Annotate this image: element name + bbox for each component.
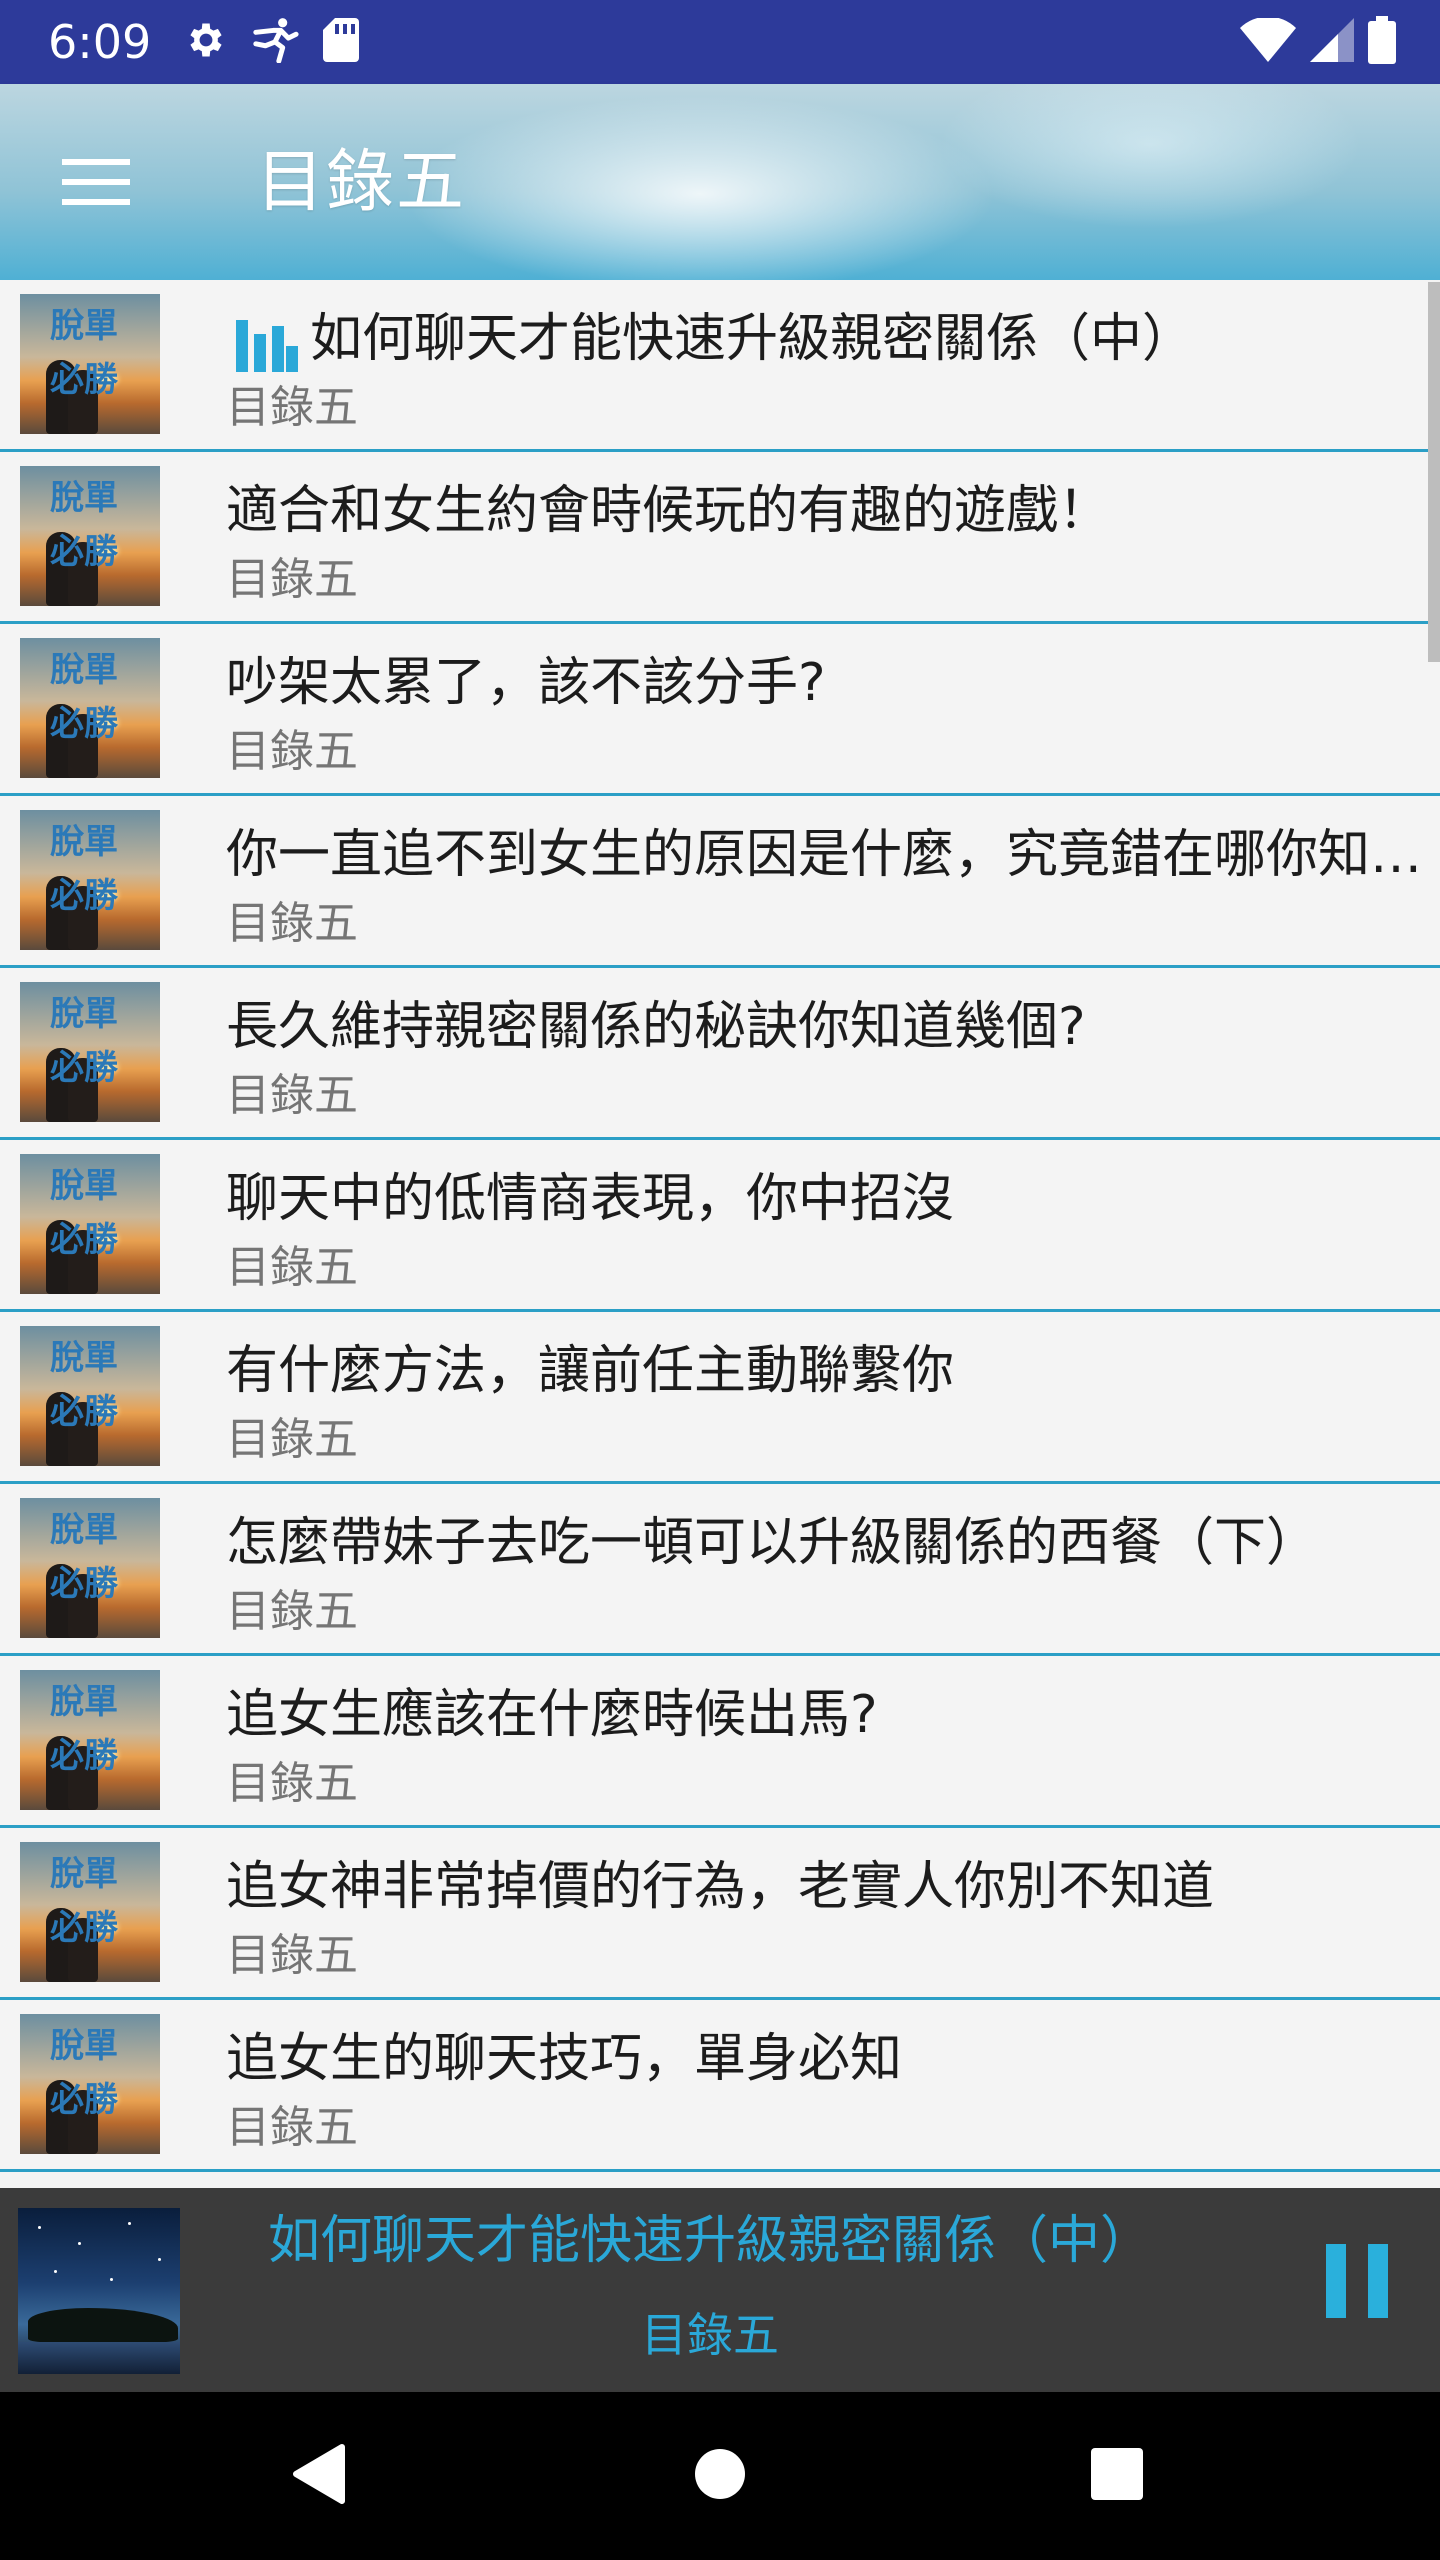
item-title: 有什麼方法，讓前任主動聯繫你 xyxy=(226,1341,955,1401)
now-playing-artwork xyxy=(18,2208,180,2374)
episode-thumbnail: 脫單 必勝 xyxy=(20,1670,160,1810)
now-playing-title: 如何聊天才能快速升級親密關係（中） xyxy=(267,2211,1152,2271)
pause-button[interactable] xyxy=(1310,2232,1410,2342)
item-title: 長久維持親密關係的秘訣你知道幾個? xyxy=(226,997,1086,1057)
episode-thumbnail: 脫單 必勝 xyxy=(20,2014,160,2154)
list-item[interactable]: 脫單 必勝 追女生的聊天技巧，單身必知 目錄五 xyxy=(0,2000,1440,2172)
page-title: 目錄五 xyxy=(256,143,467,222)
item-subtitle: 目錄五 xyxy=(226,554,358,605)
list-item[interactable]: 脫單 必勝 怎麼帶妹子去吃一頓可以升級關係的西餐（下） 目錄五 xyxy=(0,1484,1440,1656)
wifi-icon xyxy=(1240,16,1296,66)
episode-thumbnail: 脫單 必勝 xyxy=(20,1842,160,1982)
menu-button[interactable] xyxy=(48,144,144,224)
list-item[interactable]: 脫單 必勝 適合和女生約會時候玩的有趣的遊戲！ 目錄五 xyxy=(0,452,1440,624)
item-title: 如何聊天才能快速升級親密關係（中） xyxy=(310,309,1195,369)
list-item[interactable]: 脫單 必勝 吵架太累了，該不該分手? 目錄五 xyxy=(0,624,1440,796)
item-subtitle: 目錄五 xyxy=(226,382,358,433)
status-bar: 6:09 xyxy=(0,0,1440,84)
list-scrollbar[interactable] xyxy=(1428,282,1440,662)
item-subtitle: 目錄五 xyxy=(226,1414,358,1465)
list-item[interactable]: 脫單 必勝 追女神非常掉價的行為，老實人你別不知道 目錄五 xyxy=(0,1828,1440,2000)
item-subtitle: 目錄五 xyxy=(226,2102,358,2153)
list-item[interactable]: 脫單 必勝 追女生應該在什麼時候出馬? 目錄五 xyxy=(0,1656,1440,1828)
episode-thumbnail: 脫單 必勝 xyxy=(20,1154,160,1294)
item-title: 你一直追不到女生的原因是什麼，究竟錯在哪你知道嗎? xyxy=(226,825,1434,885)
item-subtitle: 目錄五 xyxy=(226,726,358,777)
recents-button[interactable] xyxy=(1077,2436,1157,2516)
cell-signal-icon xyxy=(1310,18,1354,66)
home-icon xyxy=(693,2447,747,2505)
now-playing-equalizer-icon xyxy=(236,316,298,372)
back-icon xyxy=(290,2443,346,2509)
episode-list[interactable]: 脫單 必勝 如何聊天才能快速升級親密關係（中） 目錄五 脫單 必勝 適合和女生約會時… xyxy=(0,280,1440,2188)
home-button[interactable] xyxy=(680,2436,760,2516)
item-subtitle: 目錄五 xyxy=(226,1070,358,1121)
now-playing-subtitle: 目錄五 xyxy=(641,2308,779,2362)
back-button[interactable] xyxy=(278,2436,358,2516)
running-figure-icon xyxy=(250,17,300,67)
list-item[interactable]: 脫單 必勝 長久維持親密關係的秘訣你知道幾個? 目錄五 xyxy=(0,968,1440,1140)
app-bar: 目錄五 xyxy=(0,84,1440,280)
item-subtitle: 目錄五 xyxy=(226,1930,358,1981)
episode-thumbnail: 脫單 必勝 xyxy=(20,982,160,1122)
item-title: 追女神非常掉價的行為，老實人你別不知道 xyxy=(226,1857,1215,1917)
episode-thumbnail: 脫單 必勝 xyxy=(20,810,160,950)
gear-icon xyxy=(184,18,228,66)
item-title: 追女生應該在什麼時候出馬? xyxy=(226,1685,878,1745)
now-playing-bar[interactable]: 如何聊天才能快速升級親密關係（中） 目錄五 xyxy=(0,2188,1440,2392)
list-item[interactable]: 脫單 必勝 有什麼方法，讓前任主動聯繫你 目錄五 xyxy=(0,1312,1440,1484)
item-subtitle: 目錄五 xyxy=(226,898,358,949)
list-item[interactable]: 脫單 必勝 如何聊天才能快速升級親密關係（中） 目錄五 xyxy=(0,280,1440,452)
episode-thumbnail: 脫單 必勝 xyxy=(20,294,160,434)
menu-icon xyxy=(62,157,130,211)
episode-thumbnail: 脫單 必勝 xyxy=(20,1326,160,1466)
system-nav-bar xyxy=(0,2392,1440,2560)
item-title: 追女生的聊天技巧，單身必知 xyxy=(226,2029,903,2089)
battery-icon xyxy=(1368,16,1396,68)
item-title: 吵架太累了，該不該分手? xyxy=(226,653,826,713)
item-subtitle: 目錄五 xyxy=(226,1586,358,1637)
status-time: 6:09 xyxy=(48,15,152,69)
status-system-icons xyxy=(1240,16,1396,68)
episode-thumbnail: 脫單 必勝 xyxy=(20,466,160,606)
list-item[interactable]: 脫單 必勝 聊天中的低情商表現，你中招沒 目錄五 xyxy=(0,1140,1440,1312)
item-title: 怎麼帶妹子去吃一頓可以升級關係的西餐（下） xyxy=(226,1513,1319,1573)
recents-icon xyxy=(1090,2447,1144,2505)
item-subtitle: 目錄五 xyxy=(226,1242,358,1293)
item-title: 適合和女生約會時候玩的有趣的遊戲！ xyxy=(226,481,1111,541)
episode-thumbnail: 脫單 必勝 xyxy=(20,638,160,778)
item-subtitle: 目錄五 xyxy=(226,1758,358,1809)
status-notification-icons xyxy=(184,18,360,66)
episode-thumbnail: 脫單 必勝 xyxy=(20,1498,160,1638)
item-title: 聊天中的低情商表現，你中招沒 xyxy=(226,1169,955,1229)
list-item[interactable]: 脫單 必勝 你一直追不到女生的原因是什麼，究竟錯在哪你知道嗎? 目錄五 xyxy=(0,796,1440,968)
sd-card-icon xyxy=(322,18,360,66)
